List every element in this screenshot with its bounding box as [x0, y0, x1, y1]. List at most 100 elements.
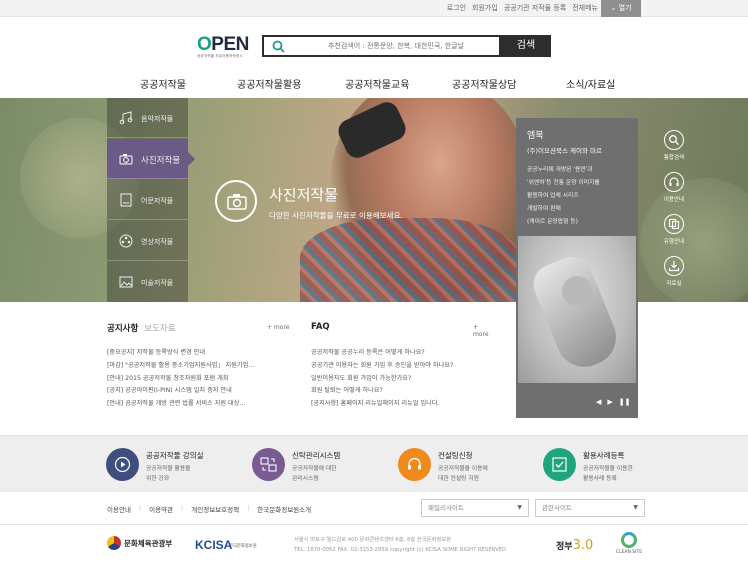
download-icon [668, 261, 680, 272]
category-music[interactable]: 음악저작물 [107, 98, 188, 138]
list-item[interactable]: 일반이용자도 회원 가입이 가능한가요? [311, 373, 453, 386]
login-link[interactable]: 로그인 [447, 3, 466, 13]
category-label: 음악저작물 [141, 115, 174, 123]
quick-label: 통합검색 [663, 155, 685, 161]
category-label: 사진저작물 [141, 156, 181, 166]
service-title: 컨설팅신청 [438, 451, 473, 460]
kcisa-logo[interactable]: KCISA 한국문화정보원 [195, 534, 257, 553]
category-label: 어문저작물 [141, 197, 174, 205]
footer-link-guide[interactable]: 이용안내 [107, 504, 131, 514]
featured-product-image[interactable] [518, 236, 636, 383]
notice-list: [중요공지] 저작물 등록방식 변경 안내 [마감] "공공저작물 활용 중소기… [107, 347, 254, 411]
featured-case-panel: 엠북 (주)이모션북스 케이와 미르 공공누리에 개방된 '용연'과 '위엔허'… [516, 118, 638, 418]
image-check-icon [552, 457, 567, 472]
service-title: 활용사례등록 [583, 451, 625, 460]
nav-public-works[interactable]: 공공저작물 [140, 76, 186, 91]
film-reel-icon [119, 234, 133, 248]
related-site-select[interactable]: 관련사이트 ▼ [535, 499, 645, 517]
play-icon [114, 456, 131, 473]
headset-icon [408, 457, 421, 470]
utility-links: 로그인 회원가입 공공기관 저작물 등록 전체메뉴 [447, 3, 598, 13]
pause-icon[interactable]: ❚❚ [619, 398, 631, 406]
category-video[interactable]: 영상저작물 [107, 221, 188, 261]
faq-list: 공공저작물 공공누리 등록은 어떻게 하나요? 공공기관 이용자는 회원 가입 … [311, 347, 453, 411]
footer-link-terms[interactable]: 이용약관 [149, 504, 173, 514]
search-icon [272, 40, 285, 53]
footer-nav: 이용안내 | 이용약관 | 개인정보보호정책 | 한국문화정보원소개 패밀리사이트 ▼ … [0, 493, 748, 525]
category-language[interactable]: 어문저작물 [107, 180, 188, 220]
register-public-works-link[interactable]: 공공기관 저작물 등록 [504, 3, 566, 13]
category-photo[interactable]: 사진저작물 [107, 139, 195, 179]
logo-wordmark: OPEN [197, 34, 249, 55]
clean-site-logo[interactable]: CLEAN SITE [614, 532, 644, 555]
open-menu-button[interactable]: ⌄ 열기 [601, 0, 641, 17]
slider-controls: ◀ ▶ ❚❚ [596, 398, 631, 406]
quick-guide[interactable]: 이용안내 [661, 172, 687, 203]
camera-icon [227, 194, 247, 210]
faq-more-link[interactable]: + more [473, 324, 494, 338]
service-desc: 공공저작물에 대한 관리시스템 [292, 466, 337, 482]
service-title: 공공저작물 강의실 [146, 451, 204, 460]
mcst-logo[interactable]: 문화체육관광부 [107, 536, 172, 550]
signup-link[interactable]: 회원가입 [472, 3, 498, 13]
top-utility-bar: 로그인 회원가입 공공기관 저작물 등록 전체메뉴 ⌄ 열기 [0, 0, 748, 17]
kcisa-wordmark: KCISA [195, 538, 233, 552]
search-button[interactable]: 검색 [501, 35, 551, 57]
faq-board: FAQ + more 공공저작물 공공누리 등록은 어떻게 하나요? 공공기관 … [311, 322, 494, 407]
list-item[interactable]: 공공저작물 공공누리 등록은 어떻게 하나요? [311, 347, 453, 360]
category-art[interactable]: 미술저작물 [107, 262, 188, 302]
open-logo[interactable]: OPEN 공공저작물 자유이용허락표시 [197, 35, 253, 59]
service-title: 신탁관리시스템 [292, 451, 341, 460]
service-desc: 공공저작물을 이용에 대한 컨설팅 지원 [438, 466, 488, 482]
search-input[interactable] [296, 39, 496, 53]
category-label: 미술저작물 [141, 279, 174, 287]
family-site-select[interactable]: 패밀리사이트 ▼ [421, 499, 529, 517]
list-item[interactable]: [안내] 2015 공공저작물 창조자원화 포럼 개최 [107, 373, 254, 386]
tab-notice[interactable]: 공지사항 [107, 324, 138, 334]
quick-archive[interactable]: 자료실 [661, 256, 687, 287]
list-item[interactable]: [안내] 공공저작물 개방 관련 법률 서비스 지원 대상... [107, 398, 254, 411]
gov30-logo[interactable]: 정부3.0 [556, 538, 593, 553]
hero-title: 사진저작물 [269, 186, 339, 204]
chevron-down-icon: ▼ [517, 504, 522, 511]
mcst-label: 문화체육관광부 [124, 538, 173, 548]
nav-public-works-use[interactable]: 공공저작물활용 [237, 76, 301, 91]
list-item[interactable]: [마감] "공공저작물 활용 중소기업지원사업」 지원기업... [107, 360, 254, 373]
next-arrow-icon[interactable]: ▶ [607, 398, 612, 406]
all-menu-link[interactable]: 전체메뉴 [572, 3, 598, 13]
chevron-down-icon: ▼ [633, 504, 638, 511]
featured-description: 공공누리에 개방된 '용연'과 '위엔허'등 전통 문양 이미지를 활용하여 업… [527, 167, 600, 225]
quick-label: 유형안내 [663, 239, 685, 245]
list-item[interactable]: [공지] 공공아이핀(I-PIN) 시스템 일지 중지 안내 [107, 385, 254, 398]
footer-links: 이용안내 | 이용약관 | 개인정보보호정책 | 한국문화정보원소개 [107, 504, 312, 514]
clean-site-icon [621, 532, 637, 548]
prev-arrow-icon[interactable]: ◀ [596, 398, 601, 406]
notice-tabs: 공지사항 보도자료 [107, 322, 290, 334]
service-desc: 공공저작물 활용을 위한 강좌 [146, 466, 191, 482]
list-item[interactable]: 공공기관 이용자는 회원 가입 후 승인을 받아야 하나요? [311, 360, 453, 373]
related-site-value: 관련사이트 [542, 504, 572, 512]
quick-type-guide[interactable]: 유형안내 [661, 214, 687, 245]
taegeuk-icon [107, 536, 121, 550]
footer-link-about[interactable]: 한국문화정보원소개 [257, 504, 311, 514]
category-nav: 음악저작물 사진저작물 어문저작물 영상저작물 미술저작물 [107, 98, 195, 302]
featured-title: 엠북 [527, 131, 544, 141]
list-item[interactable]: [공지사항] 홈페이지 리뉴얼해이지 리뉴얼 입니다. [311, 398, 453, 411]
nav-news-archive[interactable]: 소식/자료실 [566, 76, 615, 91]
footer-link-privacy[interactable]: 개인정보보호정책 [191, 504, 239, 514]
list-item[interactable]: [중요공지] 저작물 등록방식 변경 안내 [107, 347, 254, 360]
nav-public-works-education[interactable]: 공공저작물교육 [345, 76, 409, 91]
notice-more-link[interactable]: + more [267, 324, 289, 331]
service-banner: 공공저작물 강의실 공공저작물 활용을 위한 강좌 신탁관리시스템 공공저작물에 … [0, 435, 748, 492]
nav-public-works-consult[interactable]: 공공저작물상담 [452, 76, 516, 91]
music-icon [119, 111, 133, 125]
list-item[interactable]: 회원 탈퇴는 어떻게 하나요? [311, 385, 453, 398]
tab-press[interactable]: 보도자료 [144, 324, 175, 334]
camera-icon [119, 154, 133, 165]
headset-icon [669, 177, 679, 186]
clean-site-label: CLEAN SITE [615, 550, 643, 555]
hero-description: 다양한 사진저작물을 무료로 이용해보세요. [269, 211, 403, 220]
copy-icon [668, 218, 680, 230]
quick-search[interactable]: 통합검색 [661, 130, 687, 161]
service-desc: 공공저작물을 이용한 활용사례 등록 [583, 466, 633, 482]
